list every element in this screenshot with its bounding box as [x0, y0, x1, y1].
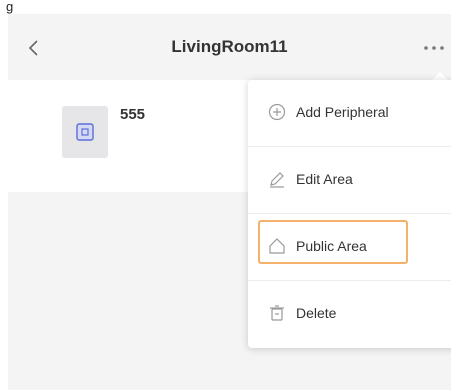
page-title: LivingRoom11: [171, 37, 288, 56]
menu-item-label: Public Area: [296, 238, 367, 254]
more-dots-icon[interactable]: [422, 44, 446, 52]
more-menu: Add Peripheral Edit Area Public Area Del…: [248, 80, 451, 348]
menu-caret: [432, 72, 448, 80]
trash-icon: [270, 305, 284, 321]
top-cropped-strip: g: [0, 0, 451, 14]
device-icon: [76, 123, 94, 141]
device-card[interactable]: 555: [58, 96, 258, 158]
header: LivingRoom11: [8, 14, 451, 80]
app-screen: LivingRoom11 555 Add Peripheral Edit Are…: [8, 14, 451, 390]
menu-item-label: Add Peripheral: [296, 104, 389, 120]
plus-circle-icon: [268, 103, 286, 121]
menu-item-add-peripheral[interactable]: Add Peripheral: [248, 80, 451, 146]
device-thumbnail: [62, 106, 108, 158]
menu-item-public-area[interactable]: Public Area: [248, 214, 451, 280]
pencil-icon: [270, 172, 284, 188]
home-icon: [269, 238, 285, 254]
menu-item-label: Delete: [296, 305, 337, 321]
menu-item-edit-area[interactable]: Edit Area: [248, 147, 451, 213]
device-name: 555: [120, 106, 146, 123]
menu-item-delete[interactable]: Delete: [248, 281, 451, 347]
menu-item-label: Edit Area: [296, 171, 353, 187]
back-chevron-icon[interactable]: [26, 38, 42, 58]
